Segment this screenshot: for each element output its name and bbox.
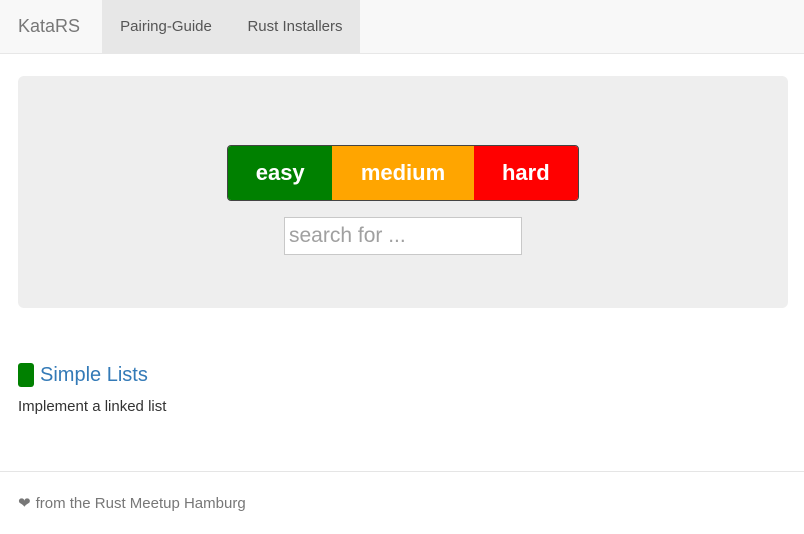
- footer: ❤ from the Rust Meetup Hamburg: [0, 471, 804, 534]
- nav-link-pairing-guide[interactable]: Pairing-Guide: [102, 0, 230, 53]
- brand-link[interactable]: KataRS: [18, 0, 80, 53]
- difficulty-filter-group: easy medium hard: [227, 145, 579, 201]
- easy-filter-button[interactable]: easy: [228, 146, 333, 200]
- kata-title-link[interactable]: Simple Lists: [40, 364, 148, 387]
- navbar: KataRS Pairing-Guide Rust Installers: [0, 0, 804, 54]
- nav-links: Pairing-Guide Rust Installers: [102, 0, 360, 53]
- footer-credit: ❤ from the Rust Meetup Hamburg: [18, 494, 246, 513]
- kata-list-item: Simple Lists Implement a linked list: [18, 362, 518, 415]
- search-input[interactable]: [284, 217, 522, 255]
- kata-title-row: Simple Lists: [18, 362, 518, 388]
- medium-filter-button[interactable]: medium: [332, 146, 474, 200]
- hard-filter-button[interactable]: hard: [473, 146, 578, 200]
- difficulty-marker: [18, 363, 34, 387]
- heart-icon: ❤: [18, 495, 31, 512]
- footer-text: from the Rust Meetup Hamburg: [35, 494, 246, 512]
- kata-description: Implement a linked list: [18, 398, 167, 415]
- nav-link-rust-installers[interactable]: Rust Installers: [230, 0, 360, 53]
